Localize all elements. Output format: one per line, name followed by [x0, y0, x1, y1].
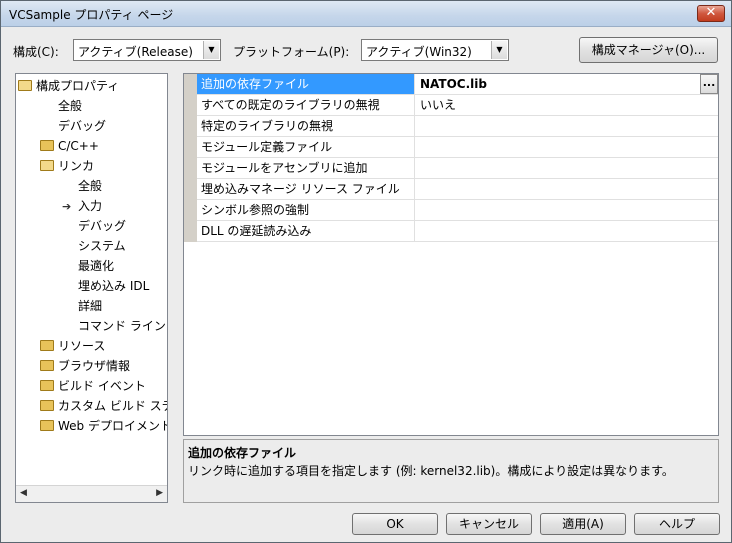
property-row[interactable]: シンボル参照の強制 — [197, 200, 718, 221]
close-button[interactable]: ✕ — [697, 5, 725, 22]
folder-icon — [40, 140, 54, 151]
tree-item-config-properties[interactable]: 構成プロパティ — [18, 76, 119, 96]
chevron-down-icon[interactable]: ▼ — [203, 41, 219, 59]
tree-item-label: リンカ — [58, 159, 95, 173]
open-folder-icon — [18, 80, 32, 91]
tree-item-label: ビルド イベント — [58, 379, 146, 393]
tree-item-linker[interactable]: リンカ — [40, 156, 94, 176]
property-row[interactable]: 特定のライブラリの無視 — [197, 116, 718, 137]
tree-item-label: 入力 — [78, 199, 103, 213]
tree-item-label: カスタム ビルド ステ — [58, 399, 168, 413]
scroll-right-icon[interactable]: ▶ — [156, 488, 163, 498]
tree-item-label: デバッグ — [58, 119, 107, 133]
tree-item-linker-command-line[interactable]: コマンド ライン — [78, 316, 166, 336]
tree-item-linker-input[interactable]: ➔ 入力 — [62, 196, 102, 216]
property-grid: 追加の依存ファイル NATOC.lib ... すべての既定のライブラリの無視 … — [183, 73, 719, 436]
property-value[interactable] — [418, 221, 698, 241]
folder-icon — [40, 380, 54, 391]
properties-dialog: VCSample プロパティ ページ ✕ 構成(C): アクティブ(Releas… — [0, 0, 732, 543]
tree-item-linker-optimization[interactable]: 最適化 — [78, 256, 114, 276]
property-name: シンボル参照の強制 — [197, 200, 415, 220]
property-row[interactable]: すべての既定のライブラリの無視 いいえ — [197, 95, 718, 116]
tree-item-label: システム — [78, 239, 126, 253]
folder-icon — [40, 420, 54, 431]
tree-item-label: デバッグ — [78, 219, 127, 233]
tree-item-web-deployment[interactable]: Web デプロイメント — [40, 416, 168, 436]
platform-select-value: アクティブ(Win32) — [366, 45, 472, 59]
tree-item-cpp[interactable]: C/C++ — [40, 136, 99, 156]
tree-item-custom-build[interactable]: カスタム ビルド ステ — [40, 396, 168, 416]
property-row[interactable]: 追加の依存ファイル NATOC.lib ... — [197, 74, 718, 95]
tree-item-debug[interactable]: デバッグ — [58, 116, 106, 136]
property-name: すべての既定のライブラリの無視 — [197, 95, 415, 115]
property-row[interactable]: モジュールをアセンブリに追加 — [197, 158, 718, 179]
folder-icon — [40, 360, 54, 371]
folder-icon — [40, 400, 54, 411]
property-name: 特定のライブラリの無視 — [197, 116, 415, 136]
property-row[interactable]: DLL の遅延読み込み — [197, 221, 718, 242]
tree-item-general[interactable]: 全般 — [58, 96, 82, 116]
property-name: 追加の依存ファイル — [197, 74, 415, 94]
tree-item-label: C/C++ — [58, 139, 99, 153]
platform-label: プラットフォーム(P): — [233, 45, 350, 59]
property-value[interactable]: NATOC.lib — [418, 74, 698, 94]
property-value[interactable] — [418, 137, 698, 157]
config-manager-button[interactable]: 構成マネージャ(O)... — [579, 37, 718, 63]
folder-icon — [40, 340, 54, 351]
platform-select[interactable]: アクティブ(Win32) ▼ — [361, 39, 509, 61]
property-value[interactable] — [418, 158, 698, 178]
property-name: DLL の遅延読み込み — [197, 221, 415, 241]
property-tree[interactable]: 構成プロパティ 全般 デバッグ C/C++ リンカ 全般 ➔ 入力 デバッグ シス… — [15, 73, 168, 503]
apply-button[interactable]: 適用(A) — [540, 513, 626, 535]
window-title: VCSample プロパティ ページ — [9, 8, 174, 22]
tree-item-linker-advanced[interactable]: 詳細 — [78, 296, 102, 316]
title-bar[interactable]: VCSample プロパティ ページ ✕ — [1, 1, 731, 27]
config-select[interactable]: アクティブ(Release) ▼ — [73, 39, 221, 61]
tree-item-linker-system[interactable]: システム — [78, 236, 126, 256]
ok-button[interactable]: OK — [352, 513, 438, 535]
description-panel: 追加の依存ファイル リンク時に追加する項目を指定します (例: kernel32… — [183, 439, 719, 503]
tree-item-browse-info[interactable]: ブラウザ情報 — [40, 356, 130, 376]
arrow-icon: ➔ — [62, 200, 72, 213]
grid-gutter — [184, 74, 197, 242]
description-body: リンク時に追加する項目を指定します (例: kernel32.lib)。構成によ… — [188, 464, 674, 478]
property-name: 埋め込みマネージ リソース ファイル — [197, 179, 415, 199]
config-select-value: アクティブ(Release) — [78, 45, 193, 59]
property-value[interactable] — [418, 116, 698, 136]
tree-item-build-events[interactable]: ビルド イベント — [40, 376, 146, 396]
tree-item-label: リソース — [58, 339, 106, 353]
open-folder-icon — [40, 160, 54, 171]
tree-item-linker-general[interactable]: 全般 — [78, 176, 102, 196]
tree-item-label: 全般 — [78, 179, 103, 193]
property-name: モジュール定義ファイル — [197, 137, 415, 157]
property-row[interactable]: モジュール定義ファイル — [197, 137, 718, 158]
help-button[interactable]: ヘルプ — [634, 513, 720, 535]
tree-item-label: 構成プロパティ — [36, 79, 120, 93]
tree-horizontal-scrollbar[interactable]: ◀ ▶ — [16, 485, 167, 502]
description-title: 追加の依存ファイル — [188, 446, 297, 460]
property-value[interactable] — [418, 200, 698, 220]
tree-item-label: Web デプロイメント — [58, 419, 168, 433]
tree-item-label: コマンド ライン — [78, 319, 166, 333]
tree-item-label: 詳細 — [78, 299, 103, 313]
cancel-button[interactable]: キャンセル — [446, 513, 532, 535]
scroll-left-icon[interactable]: ◀ — [20, 488, 27, 498]
chevron-down-icon[interactable]: ▼ — [491, 41, 507, 59]
property-value[interactable]: いいえ — [418, 95, 698, 115]
tree-item-resources[interactable]: リソース — [40, 336, 105, 356]
tree-item-label: 全般 — [58, 99, 83, 113]
property-value[interactable] — [418, 179, 698, 199]
property-row[interactable]: 埋め込みマネージ リソース ファイル — [197, 179, 718, 200]
property-name: モジュールをアセンブリに追加 — [197, 158, 415, 178]
browse-button[interactable]: ... — [700, 74, 718, 94]
config-label: 構成(C): — [13, 45, 59, 59]
tree-item-linker-embedded-idl[interactable]: 埋め込み IDL — [78, 276, 149, 296]
tree-item-label: ブラウザ情報 — [58, 359, 131, 373]
tree-item-label: 最適化 — [78, 259, 115, 273]
tree-item-linker-debug[interactable]: デバッグ — [78, 216, 126, 236]
tree-item-label: 埋め込み IDL — [78, 279, 150, 293]
